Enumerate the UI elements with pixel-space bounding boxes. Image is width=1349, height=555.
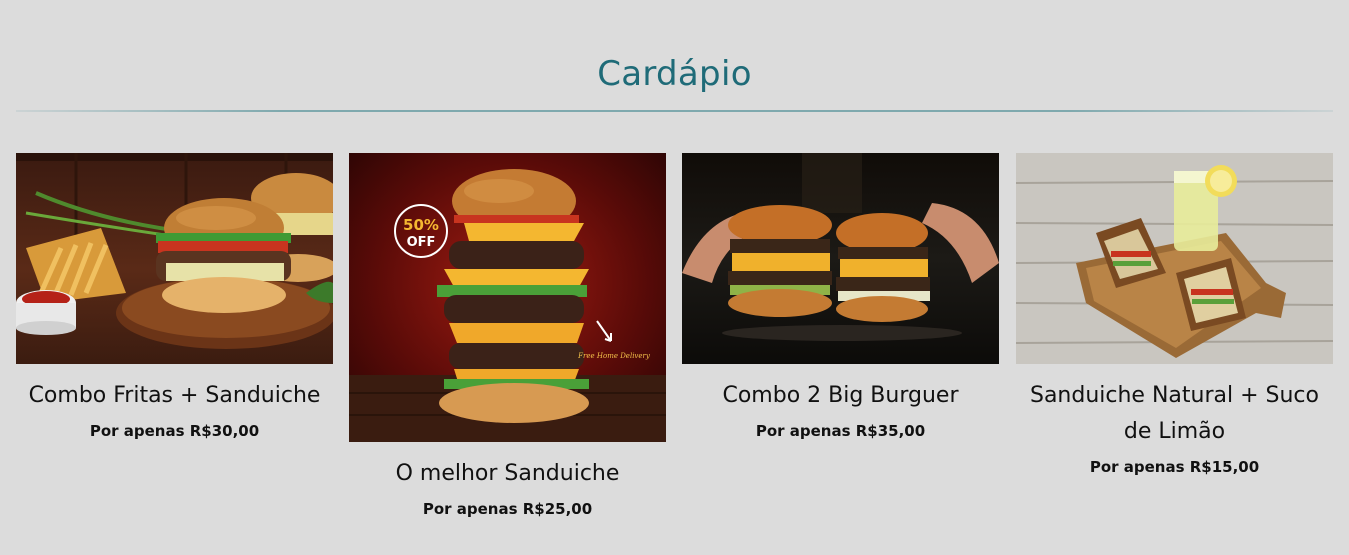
menu-card-melhor-sanduiche[interactable]: 50% OFF Free Home Delivery O melhor Sand…: [349, 153, 666, 518]
menu-item-name: Sanduiche Natural + Suco de Limão: [1029, 383, 1319, 444]
two-burgers-image[interactable]: [682, 153, 999, 364]
page-title: Cardápio: [597, 54, 752, 94]
menu-item-price: Por apenas R$35,00: [755, 422, 926, 440]
club-sandwich-lemonade-image[interactable]: [1016, 153, 1333, 364]
title-divider: [16, 110, 1333, 112]
delivery-note: Free Home Delivery: [577, 352, 651, 360]
promo-badge-off: OFF: [407, 235, 436, 250]
menu-item-price: Por apenas R$30,00: [89, 422, 260, 440]
menu-item-name: O melhor Sanduiche: [395, 461, 620, 486]
menu-card-combo-fritas[interactable]: Combo Fritas + Sanduiche Por apenas R$30…: [16, 153, 333, 440]
menu-item-price: Por apenas R$15,00: [1089, 458, 1260, 476]
menu-item-name: Combo Fritas + Sanduiche: [28, 383, 321, 408]
menu-item-name: Combo 2 Big Burguer: [722, 383, 959, 408]
stacked-burger-promo-image[interactable]: 50% OFF Free Home Delivery: [349, 153, 666, 442]
menu-card-sanduiche-natural[interactable]: Sanduiche Natural + Suco de Limão Por ap…: [1016, 153, 1333, 476]
menu-item-price: Por apenas R$25,00: [422, 500, 593, 518]
burger-with-fries-image[interactable]: [16, 153, 333, 364]
menu-card-combo-2-big[interactable]: Combo 2 Big Burguer Por apenas R$35,00: [682, 153, 999, 440]
promo-badge-percent: 50%: [403, 216, 439, 234]
